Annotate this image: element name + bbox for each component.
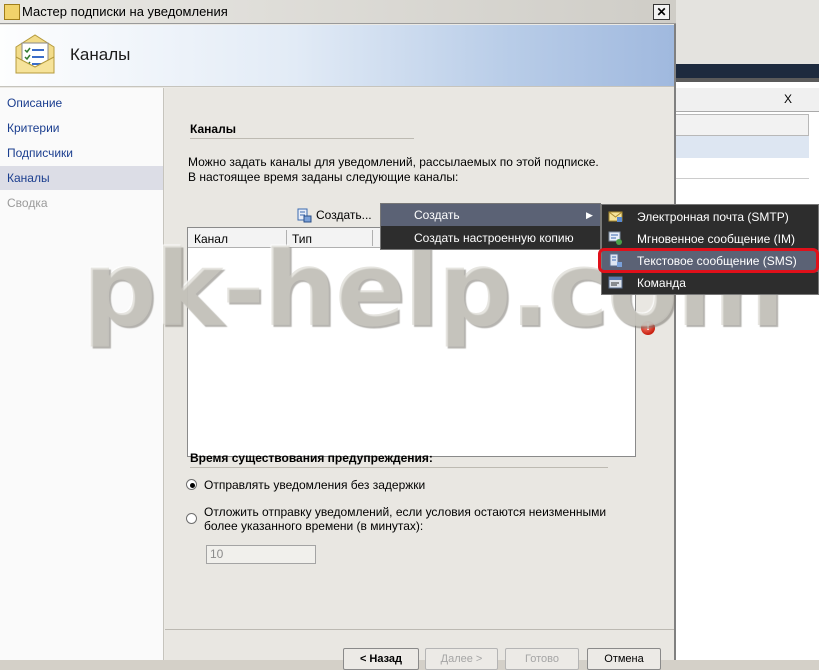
annotation-highlight-box (598, 248, 819, 273)
submenu-item-command[interactable]: Команда (602, 272, 818, 294)
background-window-dark-bar (674, 64, 819, 78)
background-window-selected-row[interactable] (674, 136, 809, 158)
menu-item-create-custom-copy[interactable]: Создать настроенную копию (381, 227, 600, 249)
submenu-item-im-label: Мгновенное сообщение (IM) (637, 232, 795, 246)
cancel-button[interactable]: Отмена (587, 648, 661, 670)
radio-send-immediately[interactable] (186, 479, 197, 490)
finish-button: Готово (505, 648, 579, 670)
section-divider (190, 138, 414, 139)
create-context-menu: Создать ▶ Создать настроенную копию (380, 203, 601, 250)
sidebar-item-summary: Сводка (7, 196, 48, 210)
warning-section-divider (190, 467, 608, 468)
submenu-item-email-smtp[interactable]: Электронная почта (SMTP) (602, 206, 818, 228)
warning-lifetime-title: Время существования предупреждения: (190, 451, 433, 465)
wizard-window-icon (4, 4, 20, 20)
close-button[interactable]: ✕ (653, 4, 670, 20)
submenu-item-email-label: Электронная почта (SMTP) (637, 210, 789, 224)
banner-title: Каналы (70, 45, 131, 64)
envelope-checklist-icon (15, 34, 55, 74)
next-button: Далее > (425, 648, 498, 670)
submenu-arrow-icon: ▶ (586, 210, 593, 220)
background-window-column-header (674, 114, 809, 136)
instant-message-icon (608, 231, 622, 245)
wizard-sidebar: Описание Критерии Подписчики Каналы Свод… (0, 88, 164, 660)
radio-send-immediately-label[interactable]: Отправлять уведомления без задержки (204, 478, 425, 492)
command-icon (608, 276, 623, 289)
background-window-tab-bar (674, 88, 819, 112)
background-window-row-line (674, 178, 809, 179)
section-title: Каналы (190, 122, 236, 136)
sidebar-item-subscribers[interactable]: Подписчики (0, 141, 163, 165)
create-button[interactable]: Создать... (296, 205, 372, 225)
menu-item-create[interactable]: Создать ▶ (381, 204, 600, 226)
background-window-header-strip (674, 78, 819, 82)
background-window-close-button[interactable]: X (784, 92, 792, 106)
radio-delay-send-label[interactable]: Отложить отправку уведомлений, если усло… (204, 505, 624, 533)
delay-minutes-input[interactable]: 10 (206, 545, 316, 564)
channels-description: Можно задать каналы для уведомлений, рас… (188, 155, 599, 184)
sidebar-item-channels[interactable]: Каналы (0, 166, 163, 190)
email-icon (608, 211, 623, 222)
back-button[interactable]: < Назад (343, 648, 419, 670)
new-channel-icon (297, 208, 312, 223)
button-area-divider (165, 629, 674, 630)
submenu-item-command-label: Команда (637, 276, 686, 290)
sidebar-item-criteria[interactable]: Критерии (0, 116, 163, 140)
sidebar-item-description[interactable]: Описание (0, 91, 163, 115)
title-bar[interactable]: Мастер подписки на уведомления ✕ (0, 0, 676, 24)
create-button-label: Создать... (316, 208, 372, 222)
background-window-top (674, 0, 819, 64)
menu-item-create-label: Создать (414, 208, 460, 222)
submenu-item-instant-message[interactable]: Мгновенное сообщение (IM) (602, 228, 818, 250)
wizard-banner: Каналы (0, 25, 674, 87)
radio-delay-send[interactable] (186, 513, 197, 524)
window-title: Мастер подписки на уведомления (22, 4, 228, 19)
